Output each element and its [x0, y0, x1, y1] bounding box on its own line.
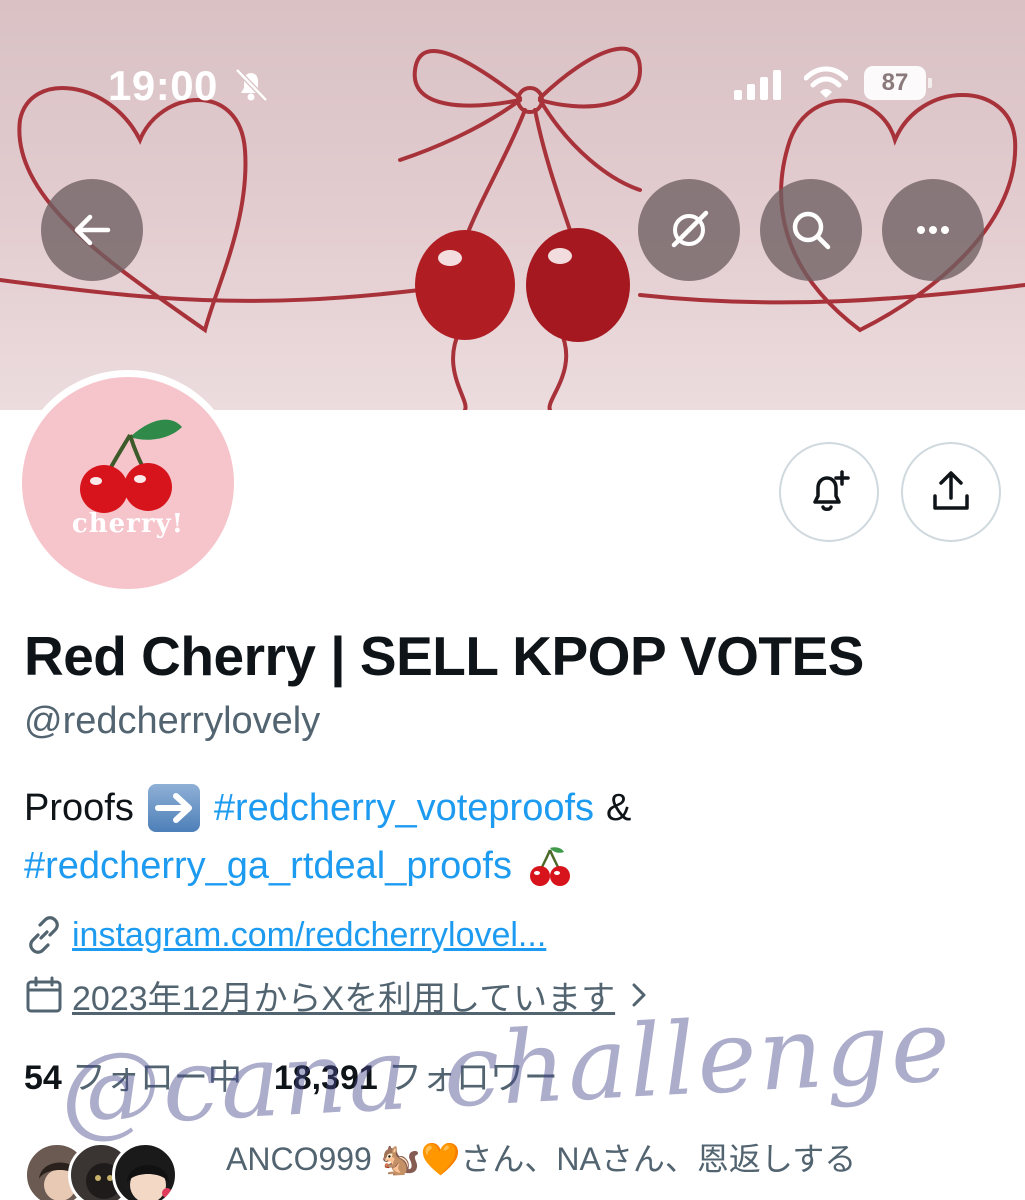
calendar-icon	[26, 976, 62, 1013]
share-button[interactable]	[901, 442, 1001, 542]
avatar-label: cherry!	[71, 509, 185, 539]
bio-proofs-label: Proofs	[24, 786, 134, 829]
wifi-icon	[804, 66, 848, 98]
website-link[interactable]: instagram.com/redcherrylovel...	[72, 916, 546, 955]
bell-plus-icon	[813, 470, 850, 511]
back-button[interactable]	[41, 179, 143, 281]
following-count: 54	[24, 1059, 62, 1097]
share-icon	[933, 471, 969, 510]
battery-icon: 87	[864, 66, 932, 100]
cellular-signal-icon	[734, 70, 781, 100]
hashtag-link[interactable]: #redcherry_voteproofs	[214, 787, 594, 830]
bio-line: Proofs #redcherry_voteproofs &	[24, 784, 631, 832]
hashtag-link[interactable]: #redcherry_ga_rtdeal_proofs	[24, 845, 512, 888]
clock-time: 19:00	[108, 62, 218, 109]
cherry-icon	[80, 419, 182, 513]
user-handle: @redcherrylovely	[24, 700, 321, 742]
bell-slash-icon	[235, 68, 268, 102]
profile-avatar[interactable]: cherry!	[22, 377, 234, 589]
status-bar: 19:00 87	[0, 0, 1025, 160]
battery-level: 87	[864, 66, 926, 100]
right-arrow-emoji-icon	[147, 784, 200, 832]
followed-by-text[interactable]: ANCO999 🐿️🧡さん、NAさん、恩返しする	[226, 1136, 856, 1182]
more-icon	[917, 226, 949, 234]
bio-ampersand: &	[606, 786, 632, 829]
avatar	[112, 1142, 178, 1200]
link-icon	[29, 916, 59, 954]
display-name: Red Cherry | SELL KPOP VOTES	[24, 625, 864, 687]
grok-button[interactable]	[638, 179, 740, 281]
more-options-button[interactable]	[882, 179, 984, 281]
back-arrow-icon	[74, 214, 111, 246]
search-button[interactable]	[760, 179, 862, 281]
website-row: instagram.com/redcherrylovel...	[24, 910, 546, 960]
bio-line: #redcherry_ga_rtdeal_proofs	[24, 842, 574, 890]
cherries-emoji-icon	[529, 847, 570, 886]
notifications-button[interactable]	[779, 442, 879, 542]
search-icon	[792, 211, 831, 250]
grok-icon	[671, 210, 709, 248]
